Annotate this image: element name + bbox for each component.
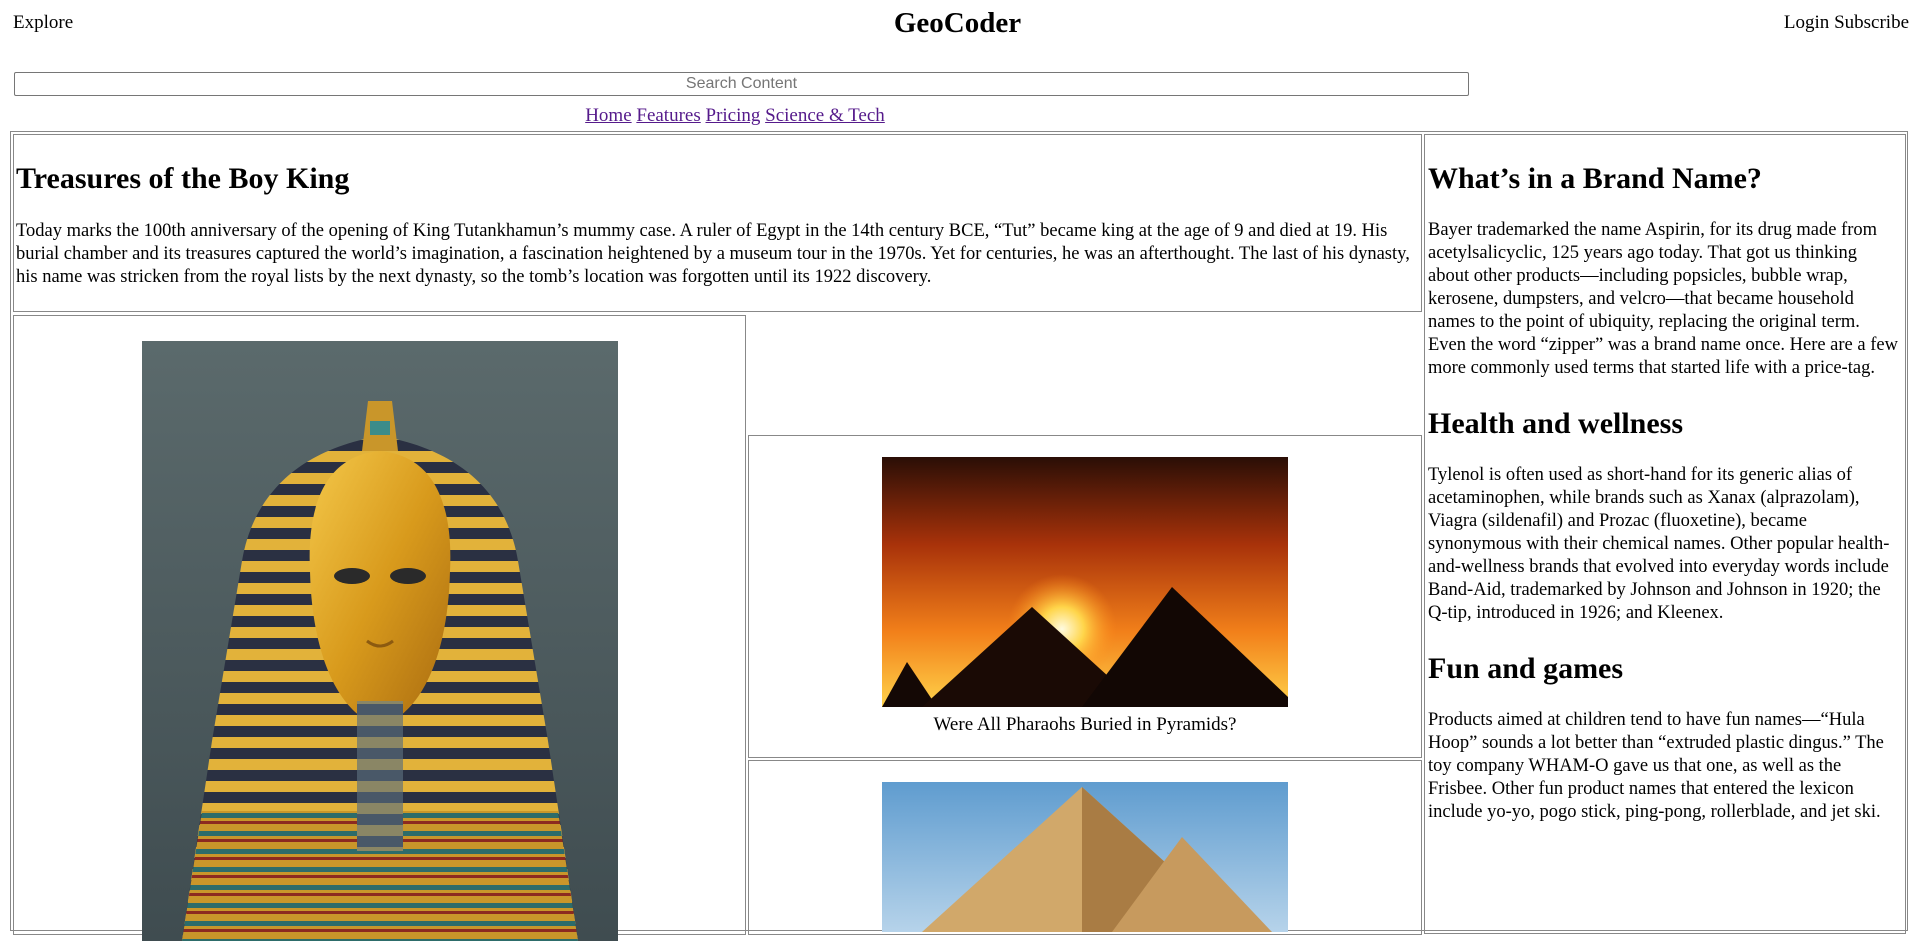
nav-features-link[interactable]: Features [636, 105, 700, 126]
nav-home-link[interactable]: Home [585, 105, 631, 126]
login-link[interactable]: Login [1784, 12, 1829, 33]
giza-pyramids-image[interactable] [882, 782, 1288, 932]
sidebar: What’s in a Brand Name? Bayer trademarke… [1424, 134, 1906, 934]
auth-links: Login Subscribe [1784, 12, 1909, 34]
nav-science-tech-link[interactable]: Science & Tech [765, 105, 885, 126]
tutankhamun-mask-image[interactable] [142, 341, 618, 941]
pharaohs-pyramids-caption[interactable]: Were All Pharaohs Buried in Pyramids? [749, 714, 1421, 736]
site-brand[interactable]: GeoCoder [0, 7, 1915, 40]
giza-pyramids-card[interactable] [748, 760, 1422, 935]
main-nav: Home Features Pricing Science & Tech [0, 105, 1470, 127]
top-bar: Explore GeoCoder Login Subscribe [0, 0, 1915, 50]
main-article-body: Today marks the 100th anniversary of the… [16, 221, 1410, 287]
sunset-pyramids-image[interactable] [882, 457, 1288, 707]
search-input[interactable] [14, 72, 1469, 96]
subscribe-link[interactable]: Subscribe [1834, 12, 1909, 33]
sidebar-brand-name-title[interactable]: What’s in a Brand Name? [1428, 161, 1902, 197]
main-article: Treasures of the Boy King Today marks th… [13, 134, 1422, 312]
sidebar-health-title[interactable]: Health and wellness [1428, 406, 1902, 442]
sidebar-health-body: Tylenol is often used as short-hand for … [1428, 465, 1890, 623]
sidebar-brand-name-body: Bayer trademarked the name Aspirin, for … [1428, 220, 1898, 378]
nav-pricing-link[interactable]: Pricing [706, 105, 761, 126]
sidebar-fun-body: Products aimed at children tend to have … [1428, 710, 1884, 822]
tutankhamun-mask-card[interactable] [13, 315, 746, 941]
main-article-title[interactable]: Treasures of the Boy King [16, 161, 1419, 197]
pharaohs-pyramids-card[interactable]: Were All Pharaohs Buried in Pyramids? [748, 435, 1422, 758]
sidebar-fun-title[interactable]: Fun and games [1428, 651, 1902, 687]
